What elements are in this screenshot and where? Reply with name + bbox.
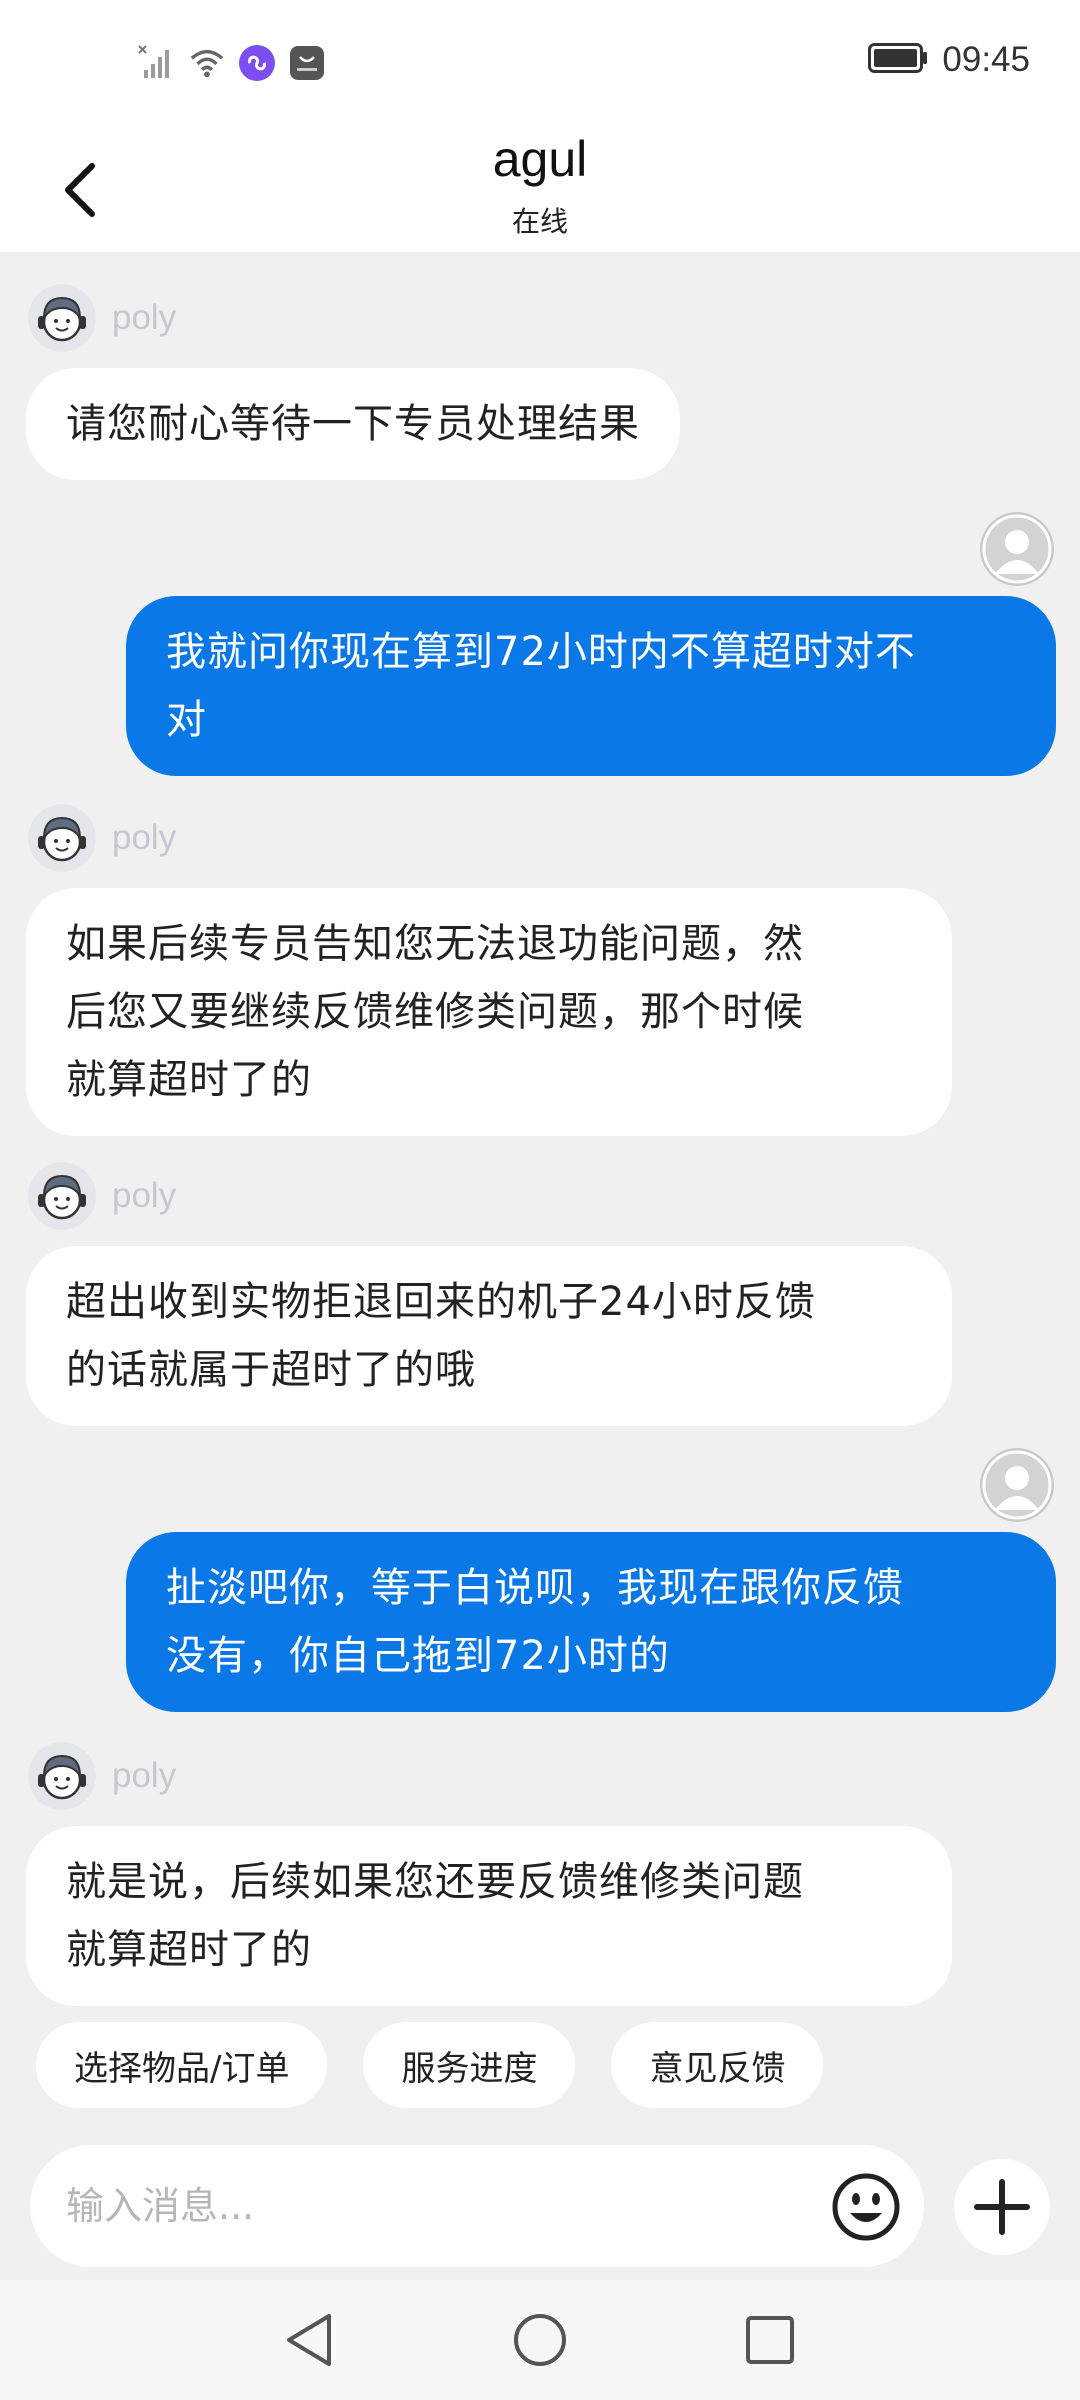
app-link-icon — [238, 44, 276, 82]
agent-name: poly — [112, 818, 177, 857]
add-attachment-button[interactable] — [954, 2159, 1050, 2255]
message-bubble-agent[interactable]: 就是说，后续如果您还要反馈维修类问题 就算超时了的 — [26, 1826, 952, 2006]
no-signal-icon — [138, 44, 176, 82]
user-avatar[interactable] — [980, 1448, 1054, 1522]
message-line: 后您又要继续反馈维修类问题，那个时候 — [66, 989, 804, 1035]
message-bubble-agent[interactable]: 超出收到实物拒退回来的机子24小时反馈 的话就属于超时了的哦 — [26, 1246, 952, 1426]
square-recents-icon — [746, 2316, 794, 2364]
message-list[interactable]: poly 请您耐心等待一下专员处理结果 我就问你现在算到72小时内不算超时对不 … — [0, 252, 1080, 2022]
agent-avatar[interactable] — [28, 284, 96, 352]
chat-screen: 09:45 agul 在线 poly 请您耐心等待一下专员处理结果 我就问你现在… — [0, 0, 1080, 2400]
chat-title: agul — [492, 131, 588, 187]
agent-name: poly — [112, 298, 177, 337]
wifi-icon — [188, 44, 226, 82]
agent-avatar[interactable] — [28, 1162, 96, 1230]
agent-avatar[interactable] — [28, 804, 96, 872]
agent-name: poly — [112, 1176, 177, 1215]
chat-status: 在线 — [511, 205, 568, 238]
circle-home-icon — [514, 2314, 566, 2366]
message-line: 超出收到实物拒退回来的机子24小时反馈 — [66, 1279, 816, 1325]
nav-recents-button[interactable] — [740, 2310, 800, 2370]
agent-meta: poly — [28, 1742, 176, 1810]
message-line: 就是说，后续如果您还要反馈维修类问题 — [66, 1859, 804, 1905]
status-icons-left — [138, 44, 326, 82]
user-avatar-icon — [980, 1448, 1054, 1522]
message-line: 没有，你自己拖到72小时的 — [166, 1633, 670, 1679]
agent-meta: poly — [28, 284, 176, 352]
chat-header: agul 在线 — [0, 128, 1080, 252]
user-avatar-icon — [980, 512, 1054, 586]
message-bubble-user[interactable]: 我就问你现在算到72小时内不算超时对不 对 — [126, 596, 1056, 776]
system-nav-bar — [0, 2280, 1080, 2400]
status-bar: 09:45 — [0, 0, 1080, 128]
agent-meta: poly — [28, 804, 176, 872]
message-input[interactable] — [30, 2145, 924, 2267]
plus-icon — [974, 2179, 1030, 2235]
message-line: 就算超时了的 — [66, 1057, 312, 1103]
message-line: 如果后续专员告知您无法退功能问题，然 — [66, 921, 804, 967]
quick-replies: 选择物品/订单 服务进度 意见反馈 — [36, 2022, 824, 2108]
nav-home-button[interactable] — [510, 2310, 570, 2370]
agent-avatar-icon — [28, 1742, 96, 1810]
message-line: 就算超时了的 — [66, 1927, 312, 1973]
message-bubble-agent[interactable]: 请您耐心等待一下专员处理结果 — [26, 368, 680, 480]
battery-icon — [868, 43, 928, 77]
agent-avatar-icon — [28, 1162, 96, 1230]
user-avatar[interactable] — [980, 512, 1054, 586]
message-line: 的话就属于超时了的哦 — [66, 1347, 476, 1393]
message-bubble-agent[interactable]: 如果后续专员告知您无法退功能问题，然 后您又要继续反馈维修类问题，那个时候 就算… — [26, 888, 952, 1136]
message-line: 扯淡吧你，等于白说呗，我现在跟你反馈 — [166, 1565, 904, 1611]
nav-back-button[interactable] — [280, 2310, 340, 2370]
triangle-back-icon — [287, 2314, 331, 2366]
quick-reply-feedback[interactable]: 意见反馈 — [611, 2022, 824, 2108]
emoji-icon — [832, 2173, 900, 2241]
emoji-button[interactable] — [830, 2171, 902, 2243]
input-bar — [0, 2145, 1080, 2280]
quick-reply-select-order[interactable]: 选择物品/订单 — [36, 2022, 328, 2108]
agent-avatar[interactable] — [28, 1742, 96, 1810]
quick-reply-service-progress[interactable]: 服务进度 — [363, 2022, 576, 2108]
message-line: 我就问你现在算到72小时内不算超时对不 — [166, 629, 916, 675]
message-bubble-user[interactable]: 扯淡吧你，等于白说呗，我现在跟你反馈 没有，你自己拖到72小时的 — [126, 1532, 1056, 1712]
huawei-store-icon — [288, 44, 326, 82]
agent-avatar-icon — [28, 284, 96, 352]
agent-avatar-icon — [28, 804, 96, 872]
clock: 09:45 — [942, 40, 1030, 79]
status-icons-right: 09:45 — [868, 40, 1030, 80]
message-line: 请您耐心等待一下专员处理结果 — [66, 401, 640, 447]
message-line: 对 — [166, 697, 207, 743]
agent-name: poly — [112, 1756, 177, 1795]
agent-meta: poly — [28, 1162, 176, 1230]
